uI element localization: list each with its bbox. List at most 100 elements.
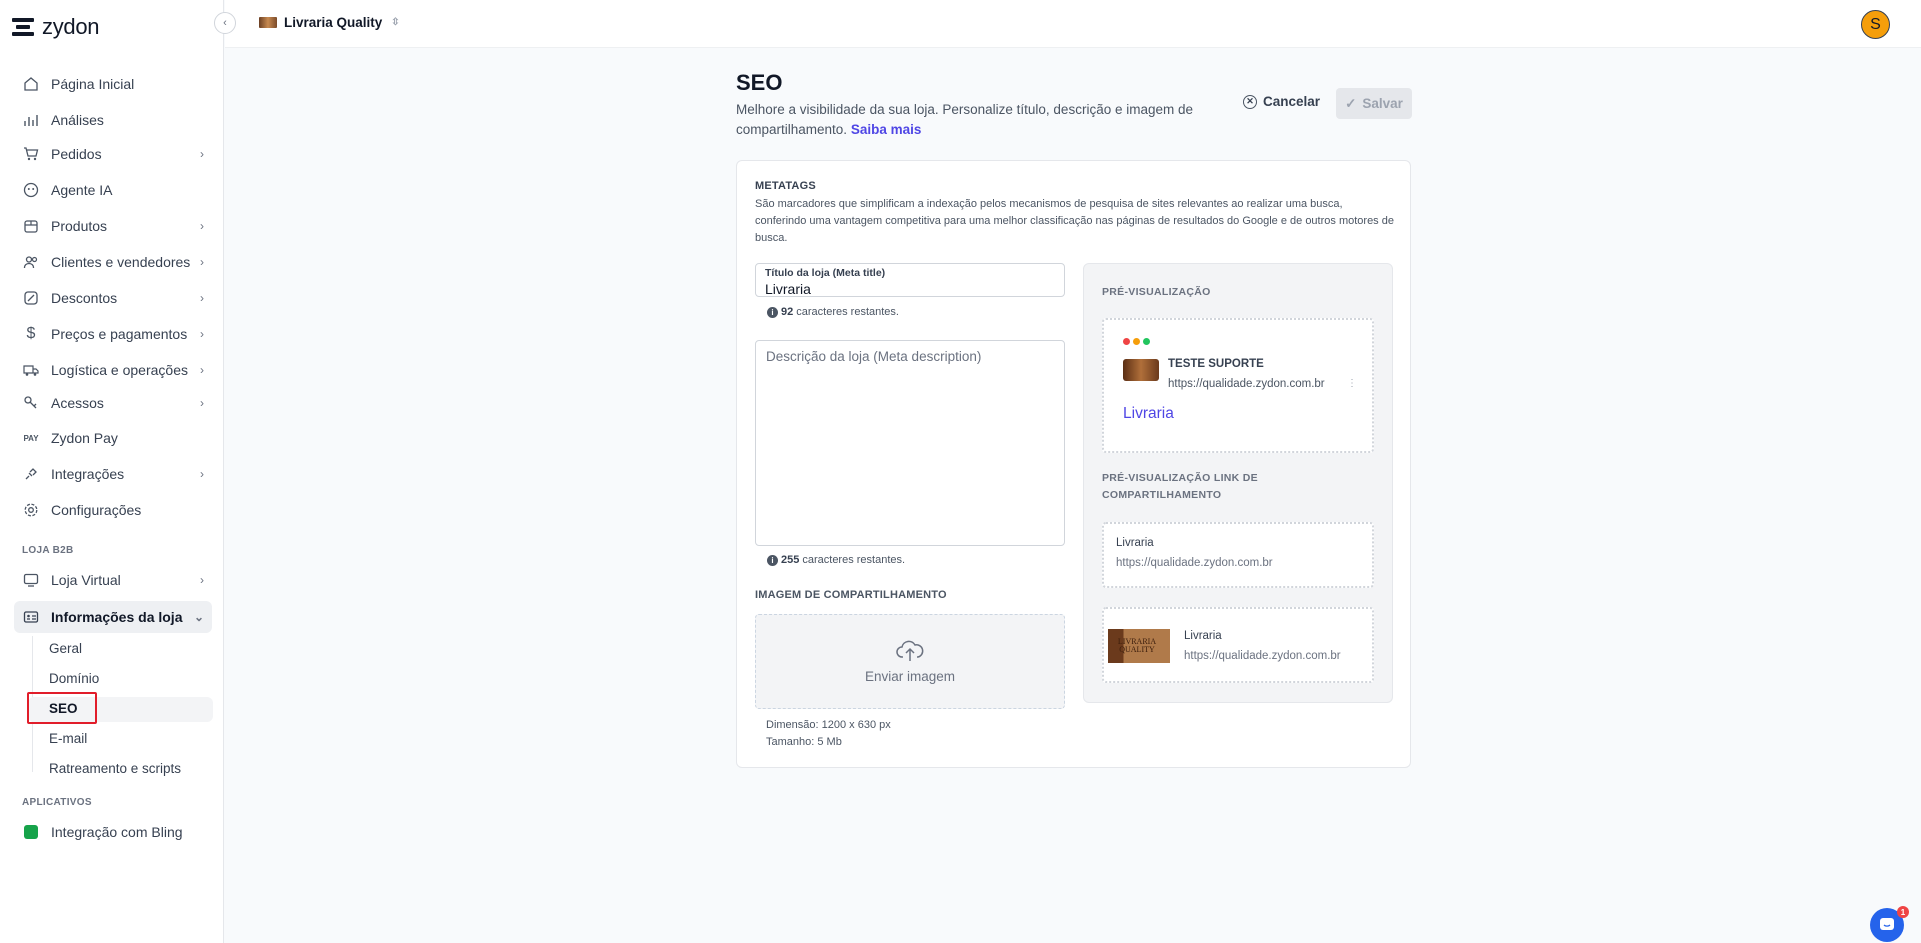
save-button[interactable]: ✓ Salvar — [1336, 88, 1412, 119]
page-description: Melhore a visibilidade da sua loja. Pers… — [736, 100, 1216, 140]
chat-icon — [1880, 918, 1894, 930]
topbar: Livraria Quality ⇳ — [225, 0, 1921, 48]
dollar-icon: $ — [26, 325, 36, 342]
chevron-right-icon: › — [200, 219, 204, 233]
user-avatar[interactable]: S — [1861, 10, 1890, 39]
sidebar-item-discounts[interactable]: Descontos › — [14, 283, 212, 313]
preview-result-title: Livraria — [1123, 405, 1174, 422]
close-circle-icon: ✕ — [1243, 94, 1257, 109]
sidebar-item-products[interactable]: Produtos › — [14, 211, 212, 241]
share-image-heading: IMAGEM DE COMPARTILHAMENTO — [755, 589, 947, 601]
sidebar-item-label: Análises — [51, 112, 104, 128]
learn-more-link[interactable]: Saiba mais — [851, 122, 922, 137]
dot-green — [1143, 338, 1150, 345]
sidebar-item-bling[interactable]: Integração com Bling — [14, 817, 212, 847]
submenu-item-general[interactable]: Geral — [49, 641, 82, 656]
chevron-right-icon: › — [200, 363, 204, 377]
more-vertical-icon: ⋮ — [1347, 378, 1357, 389]
upload-image-dropzone[interactable]: Enviar imagem — [755, 614, 1065, 709]
sidebar-item-label: Página Inicial — [51, 76, 135, 92]
link-preview-url: https://qualidade.zydon.com.br — [1116, 557, 1273, 569]
preview-site-name: TESTE SUPORTE — [1168, 358, 1264, 370]
monitor-icon — [22, 571, 40, 589]
site-favicon — [1123, 359, 1159, 381]
selector-arrows-icon: ⇳ — [391, 17, 400, 28]
sidebar-item-label: Configurações — [51, 502, 142, 518]
thumb-logo-text: LIVRARIA QUALITY — [1117, 637, 1157, 654]
sidebar-item-prices-payments[interactable]: $ Preços e pagamentos › — [14, 319, 212, 349]
sidebar-item-store-info[interactable]: Informações da loja ⌄ — [14, 601, 212, 633]
sidebar-item-settings[interactable]: Configurações — [14, 495, 212, 525]
meta-title-field[interactable]: Título da loja (Meta title) Livraria — [755, 263, 1065, 297]
section-label-b2b: LOJA B2B — [22, 545, 74, 556]
chevron-down-icon: ⌄ — [193, 610, 204, 624]
discount-icon — [22, 289, 40, 307]
page-description-text: Melhore a visibilidade da sua loja. Pers… — [736, 102, 1193, 137]
title-remaining-count: 92 — [781, 306, 794, 318]
link-preview-card-title: Livraria — [1184, 630, 1222, 642]
sidebar-item-label: Logística e operações — [51, 362, 188, 378]
sidebar-item-label: Integração com Bling — [51, 824, 183, 840]
zydon-logo-icon — [12, 16, 36, 38]
submenu-item-tracking[interactable]: Ratreamento e scripts — [49, 761, 181, 776]
sidebar-item-zydon-pay[interactable]: PAY Zydon Pay — [14, 423, 212, 453]
dot-red — [1123, 338, 1130, 345]
brand-logo[interactable]: zydon — [12, 14, 100, 40]
sidebar-item-label: Informações da loja — [51, 609, 183, 625]
image-size: Tamanho: 5 Mb — [766, 736, 842, 748]
bar-chart-icon — [22, 111, 40, 129]
pay-icon: PAY — [23, 433, 39, 443]
sidebar-item-integrations[interactable]: Integrações › — [14, 459, 212, 489]
store-selector[interactable]: Livraria Quality ⇳ — [259, 15, 400, 30]
sidebar-item-label: Acessos — [51, 395, 104, 411]
bling-icon — [22, 823, 40, 841]
sidebar-item-label: Clientes e vendedores — [51, 254, 191, 270]
sidebar-item-analytics[interactable]: Análises — [14, 105, 212, 135]
sidebar-item-orders[interactable]: Pedidos › — [14, 139, 212, 169]
sidebar-item-label: Loja Virtual — [51, 572, 121, 588]
sidebar-item-home[interactable]: Página Inicial — [14, 69, 212, 99]
key-icon — [22, 394, 40, 412]
submenu-item-domain[interactable]: Domínio — [49, 671, 99, 686]
search-result-preview: TESTE SUPORTE https://qualidade.zydon.co… — [1102, 318, 1374, 453]
sidebar-item-ai-agent[interactable]: Agente IA — [14, 175, 212, 205]
chat-badge: 1 — [1897, 906, 1909, 918]
cancel-button[interactable]: ✕ Cancelar — [1243, 94, 1320, 109]
sidebar-item-label: Agente IA — [51, 182, 113, 198]
box-icon — [22, 217, 40, 235]
dot-yellow — [1133, 338, 1140, 345]
page-title: SEO — [736, 70, 783, 95]
meta-description-placeholder: Descrição da loja (Meta description) — [766, 349, 982, 364]
metatags-description: São marcadores que simplificam a indexaç… — [755, 198, 1394, 244]
chevron-right-icon: › — [200, 467, 204, 481]
sidebar-item-virtual-store[interactable]: Loja Virtual › — [14, 565, 212, 595]
brand-name: zydon — [42, 14, 100, 39]
meta-description-field[interactable]: Descrição da loja (Meta description) — [755, 340, 1065, 546]
chevron-right-icon: › — [200, 147, 204, 161]
truck-icon — [22, 361, 40, 379]
sidebar-item-label: Preços e pagamentos — [51, 326, 188, 342]
chevron-right-icon: › — [200, 291, 204, 305]
sidebar-item-label: Zydon Pay — [51, 430, 118, 446]
sidebar-item-label: Pedidos — [51, 146, 102, 162]
image-dimension: Dimensão: 1200 x 630 px — [766, 719, 891, 731]
sidebar-item-access[interactable]: Acessos › — [14, 388, 212, 418]
link-preview-image: LIVRARIA QUALITY — [1108, 629, 1170, 663]
collapse-sidebar-button[interactable]: ‹ — [214, 12, 236, 34]
upload-label: Enviar imagem — [864, 669, 956, 684]
sidebar-item-customers[interactable]: Clientes e vendedores › — [14, 247, 212, 277]
gear-icon — [22, 501, 40, 519]
chevron-right-icon: › — [200, 573, 204, 587]
cloud-upload-icon — [896, 640, 924, 661]
meta-title-value: Livraria — [765, 281, 811, 297]
check-icon: ✓ — [1345, 95, 1357, 111]
link-preview-text: Livraria https://qualidade.zydon.com.br — [1102, 522, 1374, 588]
submenu-item-email[interactable]: E-mail — [49, 731, 87, 746]
window-dots — [1123, 338, 1150, 345]
sidebar: zydon Página Inicial Análises Pedidos › … — [0, 0, 224, 943]
description-remaining-count: 255 — [781, 554, 800, 566]
preview-url: https://qualidade.zydon.com.br — [1168, 378, 1325, 390]
ai-agent-icon — [22, 181, 40, 199]
sidebar-item-label: Descontos — [51, 290, 118, 306]
sidebar-item-logistics[interactable]: Logística e operações › — [14, 355, 212, 385]
